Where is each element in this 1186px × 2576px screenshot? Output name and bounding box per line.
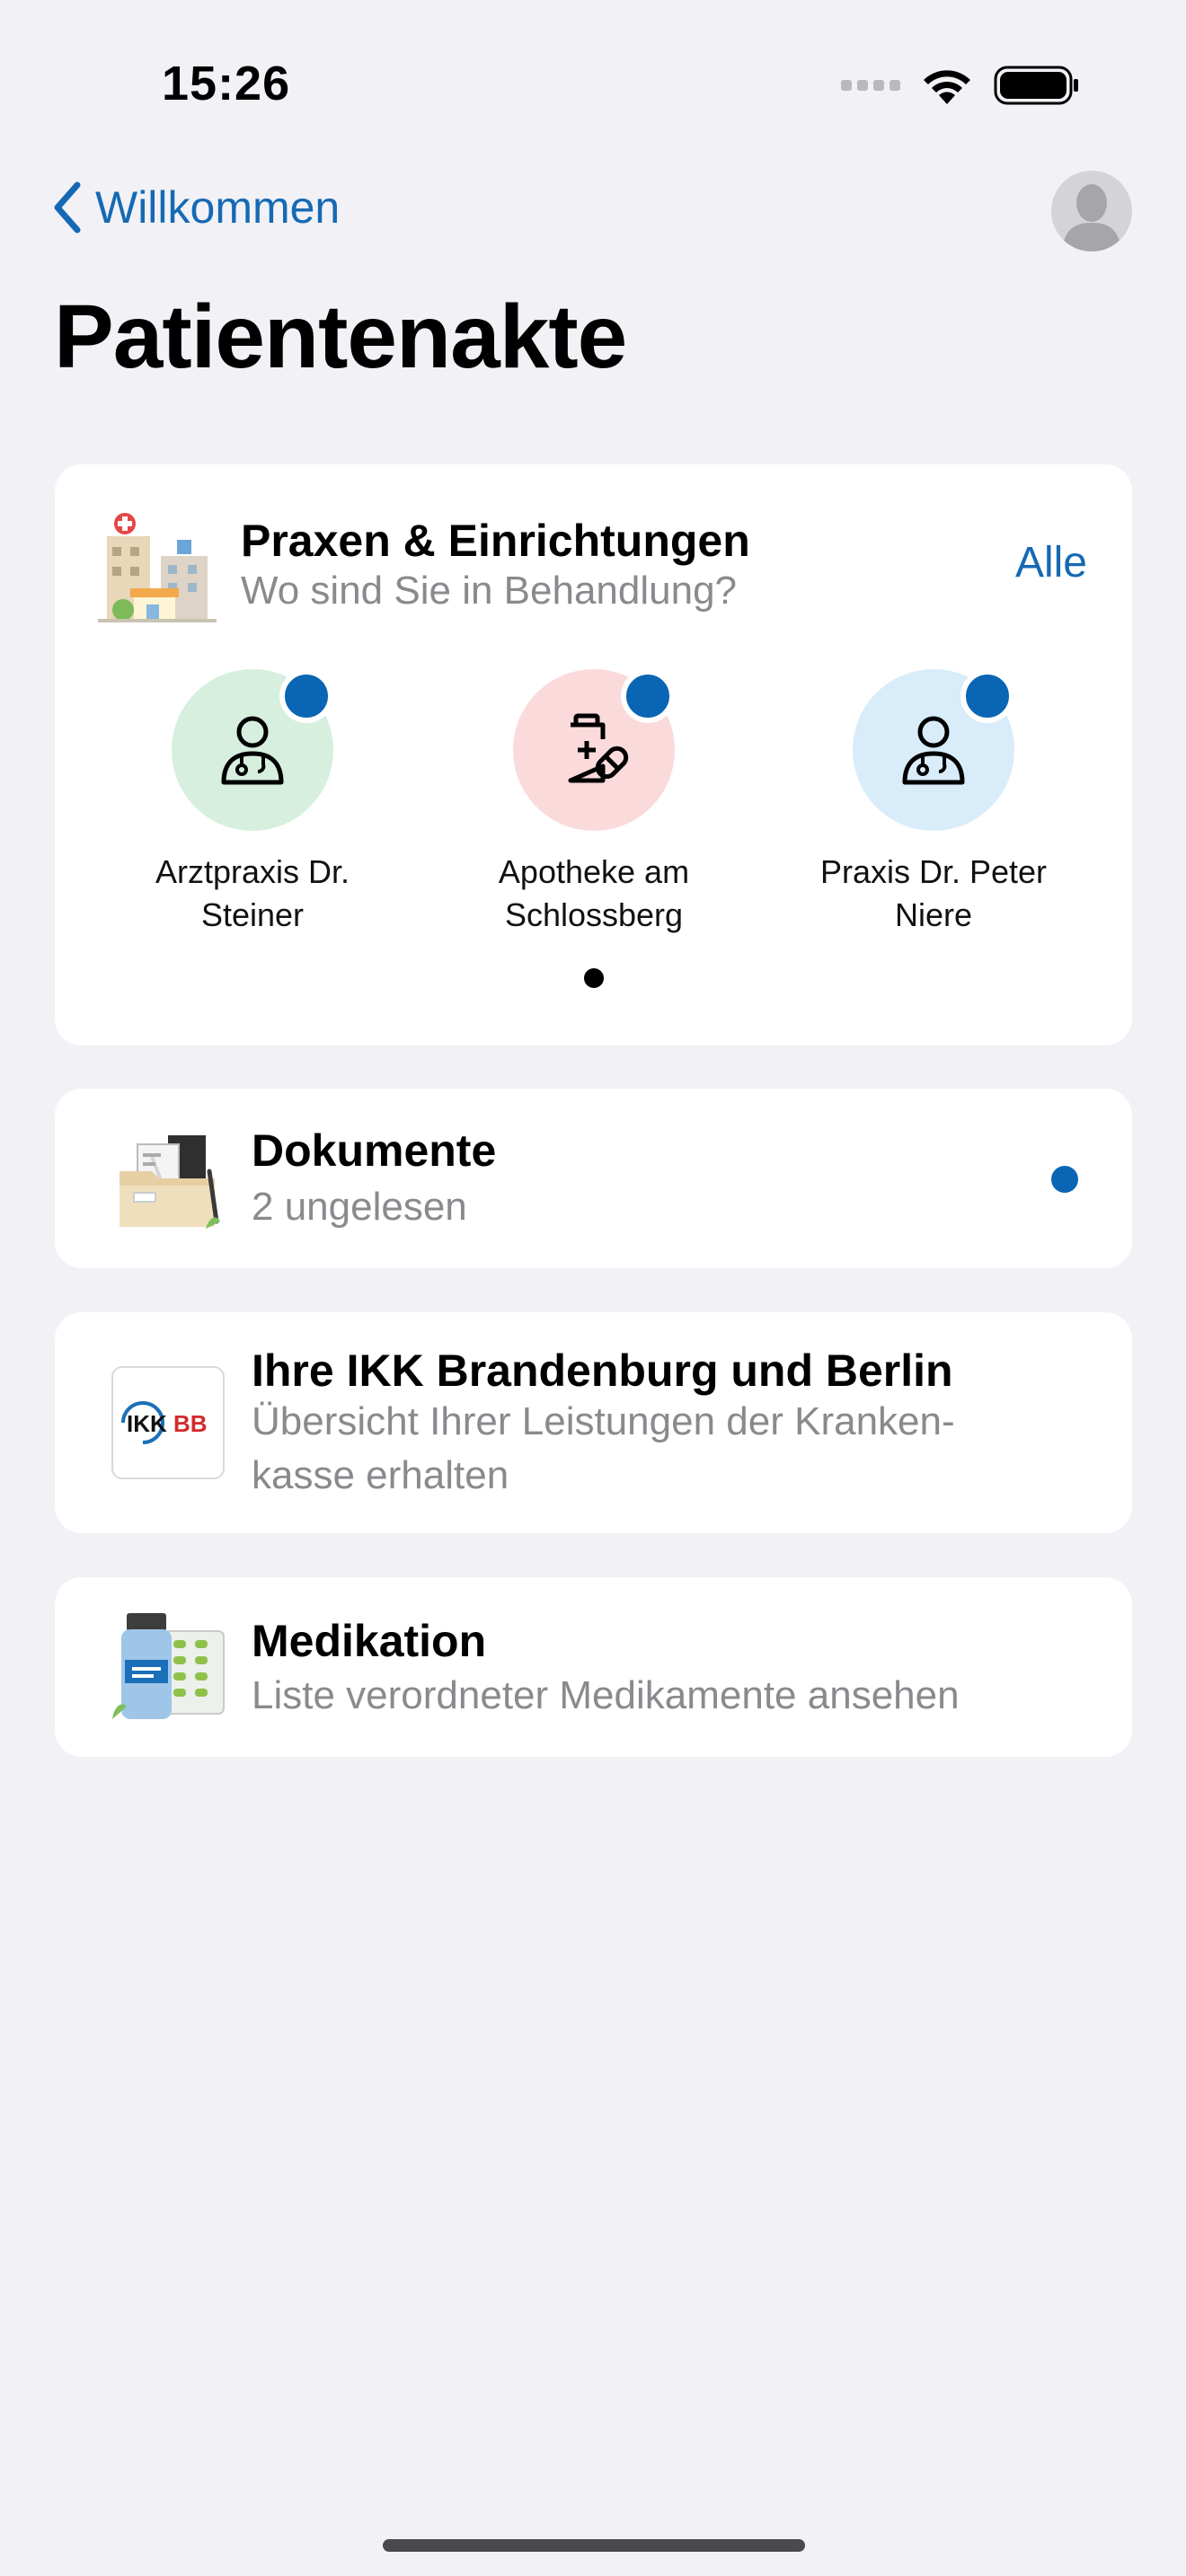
bb-logo-text: BB	[173, 1410, 208, 1437]
buildings-illustration-icon	[98, 513, 217, 622]
medication-subtitle: Liste verordneter Medikamente ansehen	[252, 1673, 960, 1717]
unread-indicator	[1051, 1166, 1078, 1193]
doctor-icon	[221, 716, 284, 785]
documents-subtitle: 2 ungelesen	[252, 1185, 467, 1229]
documents-title: Dokumente	[252, 1125, 497, 1176]
status-icons	[841, 63, 1080, 108]
ikk-logo-text: IKK	[127, 1410, 167, 1437]
medication-title: Medikation	[252, 1616, 487, 1666]
unread-badge	[960, 669, 1014, 723]
battery-icon	[994, 66, 1078, 105]
facility-avatar	[513, 669, 675, 831]
documents-row[interactable]: Dokumente 2 ungelesen	[55, 1089, 1132, 1268]
back-button[interactable]: Willkommen	[52, 181, 340, 234]
medication-row[interactable]: Medikation Liste verordneter Medikamente…	[55, 1577, 1132, 1757]
insurance-subtitle-line2: kasse erhalten	[252, 1453, 509, 1497]
facility-avatar	[853, 669, 1014, 831]
praxen-subtitle: Wo sind Sie in Behandlung?	[241, 569, 738, 613]
status-time: 15:26	[162, 57, 291, 110]
wifi-icon	[924, 70, 970, 104]
back-button-label: Willkommen	[95, 182, 341, 233]
insurance-logo: IKK BB	[111, 1366, 225, 1479]
facility-name: Apotheke am Schlossberg	[498, 853, 690, 933]
documents-folder-icon	[119, 1135, 220, 1229]
unread-badge	[621, 669, 675, 723]
page-title: Patientenakte	[54, 287, 627, 387]
insurance-subtitle-line1: Übersicht Ihrer Leistungen der Kranken-	[252, 1399, 955, 1443]
facility-name: Praxis Dr. Peter Niere	[819, 853, 1048, 933]
home-indicator[interactable]	[383, 2539, 805, 2552]
avatar[interactable]	[1051, 171, 1132, 251]
cellular-signal-icon	[841, 80, 900, 91]
all-facilities-link[interactable]: Alle	[1015, 538, 1087, 587]
pharmacy-icon	[568, 713, 629, 783]
page-indicator[interactable]	[584, 968, 604, 988]
facility-avatar	[172, 669, 333, 831]
unread-badge	[279, 669, 333, 723]
chevron-left-icon	[54, 181, 81, 234]
medication-bottle-icon	[112, 1613, 225, 1719]
person-icon	[1062, 184, 1121, 251]
facility-item[interactable]: Praxis Dr. Peter Niere	[799, 669, 1068, 937]
insurance-row[interactable]: IKK BB Ihre IKK Brandenburg und Berlin Ü…	[55, 1312, 1132, 1533]
praxen-card: Praxen & Einrichtungen Wo sind Sie in Be…	[55, 464, 1132, 1045]
doctor-icon	[902, 716, 965, 785]
praxen-title: Praxen & Einrichtungen	[241, 516, 750, 566]
facility-item[interactable]: Arztpraxis Dr. Steiner	[118, 669, 387, 937]
ikkbb-logo-icon: IKK BB	[121, 1401, 208, 1444]
screen: 15:26 Willkommen Patientenakte Praxen & …	[0, 0, 1186, 2576]
facility-name: Arztpraxis Dr. Steiner	[155, 853, 350, 933]
facility-item[interactable]: Apotheke am Schlossberg	[459, 669, 729, 937]
insurance-title: Ihre IKK Brandenburg und Berlin	[252, 1345, 953, 1396]
